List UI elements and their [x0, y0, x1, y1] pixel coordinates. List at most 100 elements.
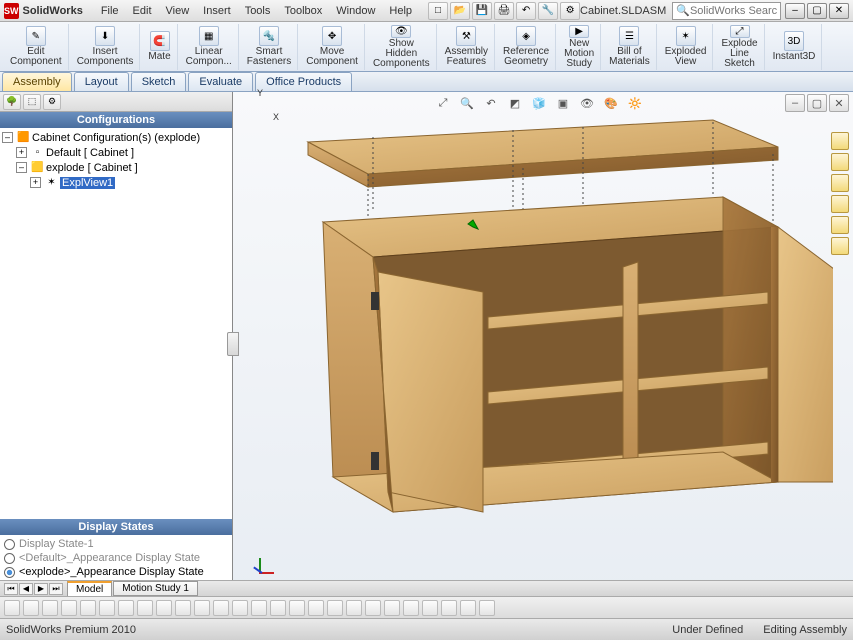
tab-last-icon[interactable]: ⏭ — [49, 583, 63, 595]
menu-view[interactable]: View — [160, 3, 196, 19]
viewport-minimize-icon[interactable]: – — [785, 94, 805, 112]
tree-item-explview[interactable]: + ✶ ExplView1 — [28, 175, 232, 190]
sketch-tool-17[interactable] — [308, 600, 324, 616]
radio-icon[interactable] — [4, 553, 15, 564]
radio-on-icon[interactable] — [4, 567, 15, 578]
sketch-tool-25[interactable] — [460, 600, 476, 616]
sketch-tool-10[interactable] — [175, 600, 191, 616]
sketch-tool-24[interactable] — [441, 600, 457, 616]
tab-evaluate[interactable]: Evaluate — [188, 72, 253, 91]
sketch-tool-15[interactable] — [270, 600, 286, 616]
sketch-tool-7[interactable] — [118, 600, 134, 616]
menu-edit[interactable]: Edit — [127, 3, 158, 19]
search-box[interactable]: 🔍 — [672, 2, 781, 20]
panel-splitter-handle[interactable] — [227, 332, 239, 356]
tab-layout[interactable]: Layout — [74, 72, 129, 91]
bottom-tab-motion[interactable]: Motion Study 1 — [113, 581, 198, 596]
ribbon-reference-geometry[interactable]: ◈ReferenceGeometry — [497, 24, 556, 70]
ribbon-smart-fasteners[interactable]: 🔩SmartFasteners — [241, 24, 298, 70]
ribbon-mate[interactable]: 🧲Mate — [142, 24, 177, 70]
feature-tree-tab-icon[interactable]: 🌳 — [3, 94, 21, 110]
menu-help[interactable]: Help — [383, 3, 418, 19]
file-explorer-tab-icon[interactable] — [831, 174, 849, 192]
tree-root[interactable]: – 🟧 Cabinet Configuration(s) (explode) — [0, 130, 232, 145]
sketch-tool-19[interactable] — [346, 600, 362, 616]
graphics-viewport[interactable]: ⤢ 🔍 ↶ ◩ 🧊 ▣ 👁 🎨 🔆 – ▢ ✕ — [233, 92, 853, 600]
property-manager-tab-icon[interactable]: ⬚ — [23, 94, 41, 110]
maximize-button[interactable]: ▢ — [807, 3, 827, 19]
tab-first-icon[interactable]: ⏮ — [4, 583, 18, 595]
tab-next-icon[interactable]: ▶ — [34, 583, 48, 595]
configuration-manager-tab-icon[interactable]: ⚙ — [43, 94, 61, 110]
previous-view-icon[interactable]: ↶ — [481, 94, 501, 112]
design-library-tab-icon[interactable] — [831, 153, 849, 171]
menu-toolbox[interactable]: Toolbox — [278, 3, 328, 19]
sketch-tool-5[interactable] — [80, 600, 96, 616]
new-icon[interactable]: □ — [428, 2, 448, 20]
menu-file[interactable]: File — [95, 3, 125, 19]
ribbon-show-hidden[interactable]: 👁ShowHiddenComponents — [367, 24, 437, 70]
scene-icon[interactable]: 🔆 — [625, 94, 645, 112]
appearances-icon[interactable]: 🎨 — [601, 94, 621, 112]
ribbon-insert-components[interactable]: ⬇InsertComponents — [71, 24, 141, 70]
sketch-tool-26[interactable] — [479, 600, 495, 616]
section-view-icon[interactable]: ◩ — [505, 94, 525, 112]
menu-window[interactable]: Window — [330, 3, 381, 19]
sketch-tool-18[interactable] — [327, 600, 343, 616]
bottom-tab-model[interactable]: Model — [67, 581, 112, 597]
view-orientation-icon[interactable]: 🧊 — [529, 94, 549, 112]
ribbon-explode-line[interactable]: ⤢ExplodeLineSketch — [715, 24, 764, 70]
sketch-tool-21[interactable] — [384, 600, 400, 616]
ribbon-exploded-view[interactable]: ✶ExplodedView — [659, 24, 714, 70]
tab-office-products[interactable]: Office Products — [255, 72, 352, 91]
sketch-tool-11[interactable] — [194, 600, 210, 616]
sketch-tool-9[interactable] — [156, 600, 172, 616]
ribbon-linear-pattern[interactable]: ▦LinearCompon... — [180, 24, 239, 70]
hide-show-icon[interactable]: 👁 — [577, 94, 597, 112]
menu-tools[interactable]: Tools — [239, 3, 277, 19]
custom-props-tab-icon[interactable] — [831, 237, 849, 255]
tab-sketch[interactable]: Sketch — [131, 72, 187, 91]
zoom-area-icon[interactable]: 🔍 — [457, 94, 477, 112]
sketch-tool-20[interactable] — [365, 600, 381, 616]
display-state-1[interactable]: Display State-1 — [4, 537, 228, 551]
display-state-default[interactable]: <Default>_Appearance Display State — [4, 551, 228, 565]
sketch-tool-12[interactable] — [213, 600, 229, 616]
ribbon-bom[interactable]: ☰Bill ofMaterials — [603, 24, 657, 70]
search-input[interactable] — [690, 5, 777, 17]
viewport-maximize-icon[interactable]: ▢ — [807, 94, 827, 112]
minimize-button[interactable]: – — [785, 3, 805, 19]
sketch-tool-16[interactable] — [289, 600, 305, 616]
sketch-tool-23[interactable] — [422, 600, 438, 616]
collapse-icon[interactable]: – — [16, 162, 27, 173]
sketch-tool-14[interactable] — [251, 600, 267, 616]
sketch-tool-1[interactable] — [4, 600, 20, 616]
collapse-icon[interactable]: – — [2, 132, 13, 143]
tree-item-explode[interactable]: – 🟨 explode [ Cabinet ] — [14, 160, 232, 175]
menu-insert[interactable]: Insert — [197, 3, 237, 19]
open-icon[interactable]: 📂 — [450, 2, 470, 20]
resources-tab-icon[interactable] — [831, 132, 849, 150]
sketch-tool-8[interactable] — [137, 600, 153, 616]
sketch-tool-4[interactable] — [61, 600, 77, 616]
sketch-tool-6[interactable] — [99, 600, 115, 616]
ribbon-move-component[interactable]: ✥MoveComponent — [300, 24, 365, 70]
undo-icon[interactable]: ↶ — [516, 2, 536, 20]
expand-icon[interactable]: + — [30, 177, 41, 188]
display-state-explode[interactable]: <explode>_Appearance Display State — [4, 565, 228, 579]
rebuild-icon[interactable]: 🔧 — [538, 2, 558, 20]
tree-item-default[interactable]: + ▫ Default [ Cabinet ] — [14, 145, 232, 160]
view-palette-tab-icon[interactable] — [831, 195, 849, 213]
sketch-tool-3[interactable] — [42, 600, 58, 616]
options-icon[interactable]: ⚙ — [560, 2, 580, 20]
expand-icon[interactable]: + — [16, 147, 27, 158]
sketch-tool-2[interactable] — [23, 600, 39, 616]
sketch-tool-13[interactable] — [232, 600, 248, 616]
ribbon-edit-component[interactable]: ✎EditComponent — [4, 24, 69, 70]
close-button[interactable]: ✕ — [829, 3, 849, 19]
radio-icon[interactable] — [4, 539, 15, 550]
sketch-tool-22[interactable] — [403, 600, 419, 616]
display-style-icon[interactable]: ▣ — [553, 94, 573, 112]
zoom-fit-icon[interactable]: ⤢ — [433, 94, 453, 112]
ribbon-instant3d[interactable]: 3DInstant3D — [767, 24, 823, 70]
